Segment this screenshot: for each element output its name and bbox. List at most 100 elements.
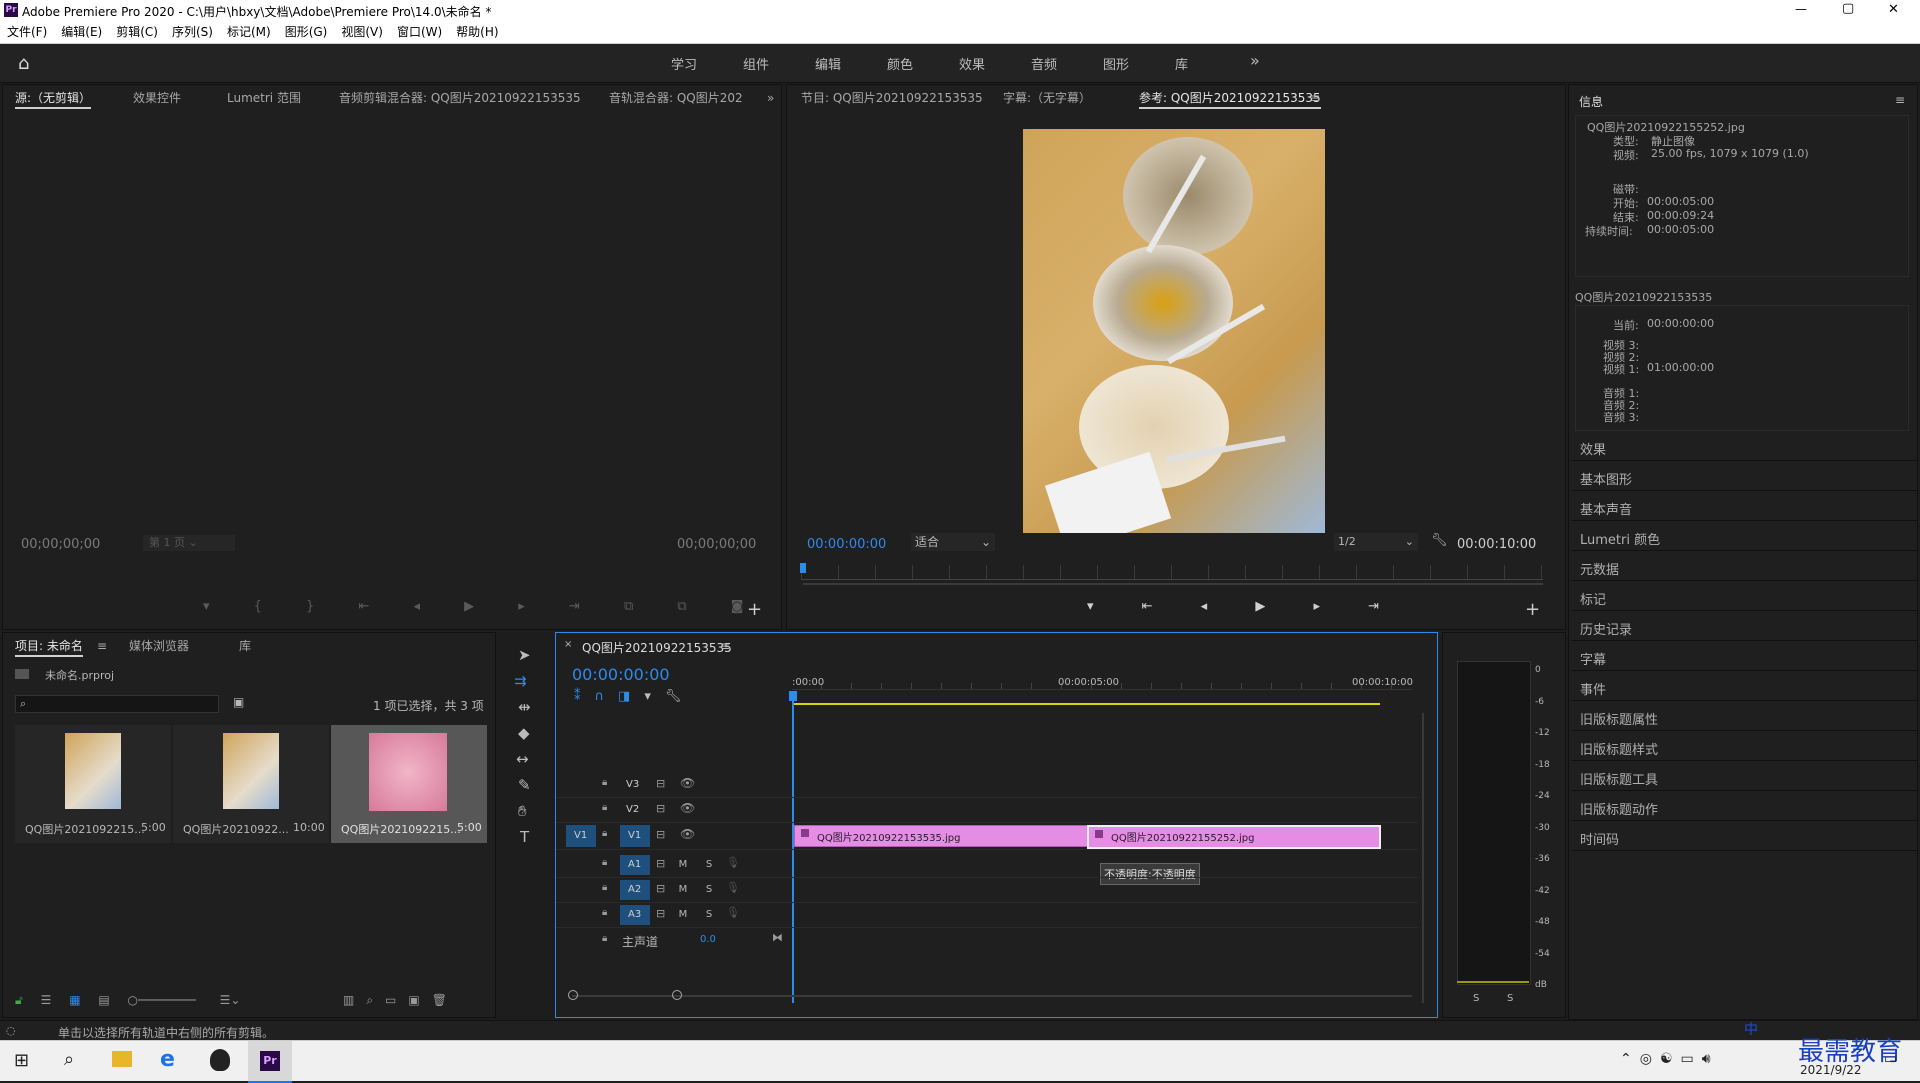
sort-icon[interactable]: ☰⌄ (220, 993, 241, 1007)
new-bin-icon[interactable]: ▣ (233, 695, 244, 709)
info-menu-icon[interactable]: ≡ (1895, 93, 1905, 107)
expand-icon[interactable]: ⧓ (772, 931, 783, 944)
panel-captions[interactable]: 字幕 (1580, 649, 1606, 668)
project-item-selected[interactable]: QQ图片2021092215... 5:00 (331, 725, 487, 843)
menu-window[interactable]: 窗口(W) (390, 22, 449, 43)
track-target-a1[interactable]: A1 (620, 855, 650, 875)
sync-lock-icon[interactable]: ⊟ (656, 857, 665, 870)
solo-button[interactable]: S (696, 855, 722, 875)
panel-effects[interactable]: 效果 (1580, 439, 1606, 458)
panel-markers[interactable]: 标记 (1580, 589, 1606, 608)
project-item[interactable]: QQ图片2021092215... 5:00 (15, 725, 171, 843)
ripple-edit-tool-icon[interactable]: ⇹ (518, 698, 531, 716)
panel-essential-graphics[interactable]: 基本图形 (1580, 469, 1632, 488)
search-icon[interactable]: ⌕ (64, 1049, 74, 1070)
solo-button[interactable]: S (696, 880, 722, 900)
panel-timecode[interactable]: 时间码 (1580, 829, 1619, 848)
lock-icon[interactable]: 🔒︎ (602, 882, 607, 893)
timeline-horizontal-scrollbar[interactable] (572, 995, 1412, 997)
mute-button[interactable]: M (670, 905, 696, 925)
selection-tool-icon[interactable]: ➤ (518, 646, 531, 664)
project-item[interactable]: QQ图片20210922... 10:00 (173, 725, 329, 843)
minimize-button[interactable]: — (1795, 2, 1807, 16)
ime-indicator[interactable]: 中 (1744, 1019, 1758, 1039)
pen-tool-icon[interactable]: ✎ (518, 776, 531, 794)
track-label[interactable]: V3 (626, 779, 639, 790)
sync-lock-icon[interactable]: ⊟ (656, 907, 665, 920)
timeline-tab[interactable]: QQ图片20210922153535 (582, 639, 732, 656)
qq-icon[interactable] (210, 1049, 230, 1071)
menu-file[interactable]: 文件(F) (0, 22, 54, 43)
lock-icon[interactable]: 🔒︎ (602, 802, 607, 813)
panel-legacy-title-tools[interactable]: 旧版标题工具 (1580, 769, 1658, 788)
timeline-clip-1[interactable]: QQ图片20210922153535.jpg (794, 825, 1088, 847)
panel-legacy-title-styles[interactable]: 旧版标题样式 (1580, 739, 1658, 758)
list-view-icon[interactable]: ☰ (41, 993, 52, 1007)
file-explorer-icon[interactable] (112, 1051, 132, 1067)
source-timecode-left[interactable]: 00;00;00;00 (21, 537, 100, 552)
panel-legacy-title-properties[interactable]: 旧版标题属性 (1580, 709, 1658, 728)
source-timecode-right[interactable]: 00;00;00;00 (677, 537, 756, 552)
menu-graphics[interactable]: 图形(G) (278, 22, 335, 43)
eye-icon[interactable]: 👁︎ (680, 801, 695, 815)
freeform-view-icon[interactable]: ▤ (98, 993, 109, 1007)
lock-icon[interactable]: 🔓︎ (15, 993, 23, 1007)
tab-captions[interactable]: 字幕:（无字幕） (1003, 85, 1091, 111)
source-add-button[interactable]: + (747, 599, 762, 620)
solo-button[interactable]: S (696, 905, 722, 925)
fit-select[interactable]: 适合 ⌄ (911, 533, 995, 551)
microphone-icon[interactable]: 🎙︎ (726, 906, 740, 919)
panel-essential-sound[interactable]: 基本声音 (1580, 499, 1632, 518)
tab-menu-icon[interactable]: ≡ (97, 633, 107, 659)
playhead-handle[interactable] (789, 691, 797, 701)
tab-effect-controls[interactable]: 效果控件 (133, 85, 181, 111)
timeline-clip-2[interactable]: QQ图片20210922155252.jpg (1087, 825, 1381, 849)
sync-lock-icon[interactable]: ⊟ (656, 777, 665, 790)
work-area-bar[interactable] (794, 703, 1380, 705)
lock-icon[interactable]: 🔒︎ (602, 857, 607, 868)
menu-clip[interactable]: 剪辑(C) (109, 22, 165, 43)
edge-browser-icon[interactable]: e (160, 1047, 175, 1072)
master-volume[interactable]: 0.0 (700, 934, 716, 945)
lock-icon[interactable]: 🔒︎ (602, 907, 607, 918)
menu-edit[interactable]: 编辑(E) (54, 22, 109, 43)
microphone-icon[interactable]: 🎙︎ (726, 881, 740, 894)
scroll-handle[interactable] (568, 990, 578, 1000)
track-target-a3[interactable]: A3 (620, 905, 650, 925)
workspace-more-icon[interactable]: » (1250, 51, 1260, 70)
hand-tool-icon[interactable]: ✋︎ (518, 802, 527, 820)
sync-lock-icon[interactable]: ⊟ (656, 802, 665, 815)
program-scrub-bar[interactable] (801, 565, 1543, 580)
premiere-taskbar-icon[interactable]: Pr (248, 1041, 292, 1083)
panel-legacy-title-actions[interactable]: 旧版标题动作 (1580, 799, 1658, 818)
close-button[interactable]: ✕ (1888, 2, 1899, 17)
scroll-handle[interactable] (672, 990, 682, 1000)
icon-view-icon[interactable]: ▦ (69, 993, 80, 1007)
workspace-learn[interactable]: 学习 (671, 54, 697, 73)
workspace-color[interactable]: 颜色 (887, 54, 913, 73)
track-target-v1[interactable]: V1 (620, 825, 650, 847)
menu-sequence[interactable]: 序列(S) (165, 22, 220, 43)
tab-media-browser[interactable]: 媒体浏览器 (129, 633, 189, 659)
home-icon[interactable]: ⌂ (18, 53, 29, 74)
razor-tool-icon[interactable]: ◆ (518, 724, 530, 742)
track-target-a2[interactable]: A2 (620, 880, 650, 900)
panel-lumetri-color[interactable]: Lumetri 颜色 (1580, 529, 1660, 548)
workspace-libraries[interactable]: 库 (1175, 54, 1188, 73)
tab-audio-track-mixer[interactable]: 音轨混合器: QQ图片202 (609, 85, 743, 111)
program-playhead[interactable] (800, 563, 806, 573)
windows-start-icon[interactable]: ⊞ (14, 1050, 29, 1071)
timeline-vertical-scrollbar[interactable] (1422, 713, 1424, 1003)
sync-lock-icon[interactable]: ⊟ (656, 828, 665, 841)
tab-program[interactable]: 节目: QQ图片20210922153535 (801, 85, 983, 111)
panel-more-icon[interactable]: » (767, 85, 774, 111)
program-add-button[interactable]: + (1525, 599, 1540, 620)
lock-icon[interactable]: 🔒︎ (602, 828, 607, 839)
timeline-tab-menu-icon[interactable]: ≡ (720, 639, 730, 653)
wrench-icon[interactable]: 🔧︎ (1431, 533, 1448, 548)
menu-marker[interactable]: 标记(M) (220, 22, 278, 43)
meter-solo-right[interactable]: S (1507, 993, 1513, 1004)
source-page-select[interactable]: 第 1 页 ⌄ (143, 535, 235, 551)
menu-view[interactable]: 视图(V) (334, 22, 390, 43)
microphone-icon[interactable]: 🎙︎ (726, 856, 740, 869)
